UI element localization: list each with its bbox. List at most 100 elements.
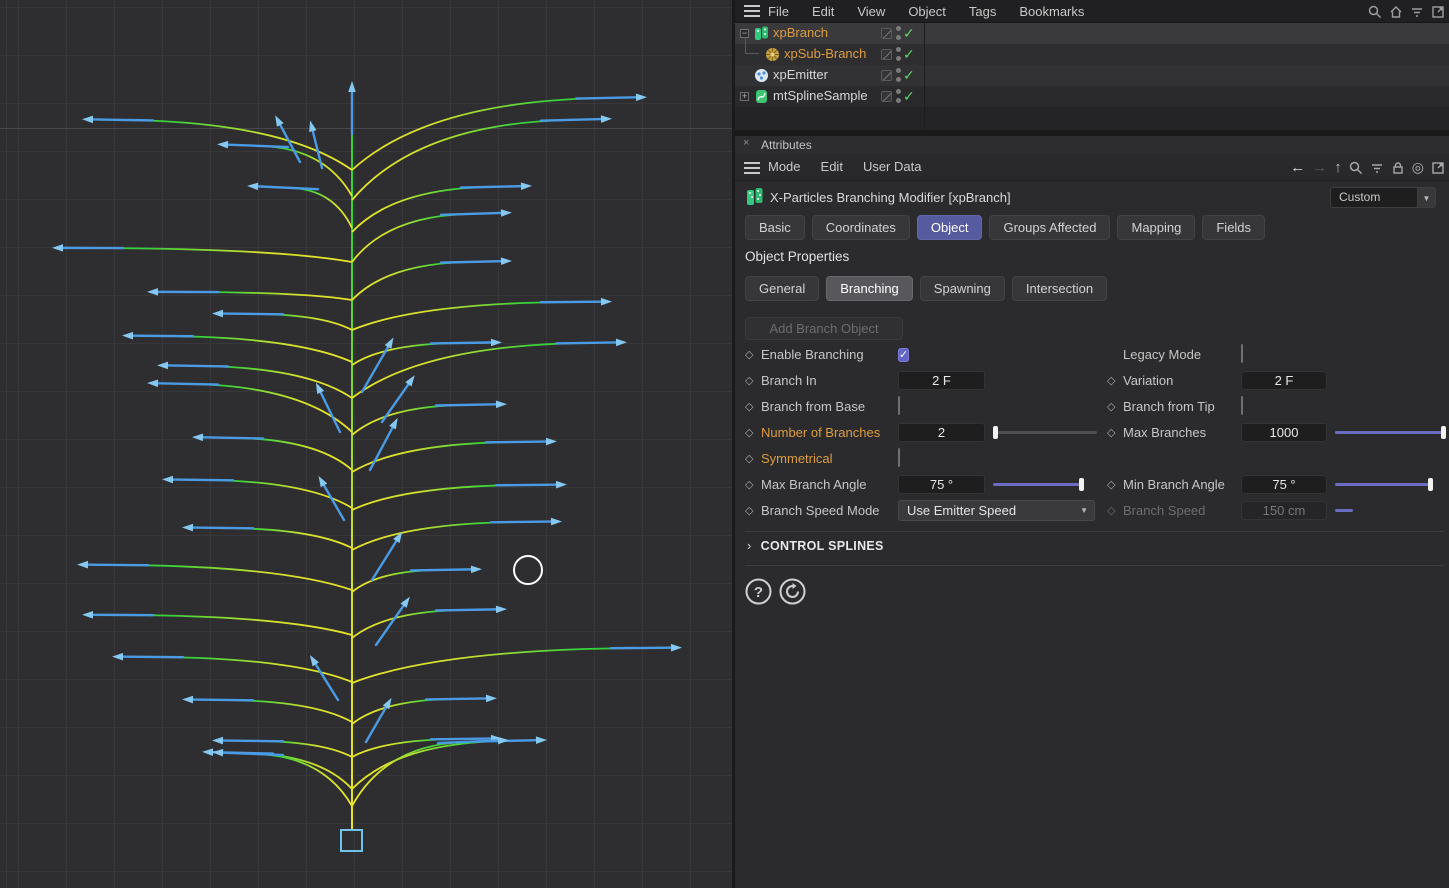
tab-groups-affected[interactable]: Groups Affected bbox=[989, 215, 1110, 240]
hamburger-icon[interactable] bbox=[744, 162, 760, 174]
back-arrow-icon[interactable]: ← bbox=[1290, 159, 1305, 176]
hamburger-icon[interactable] bbox=[744, 5, 760, 17]
popout-icon[interactable] bbox=[1431, 161, 1445, 175]
search-icon[interactable] bbox=[1349, 161, 1363, 175]
branch-speed-mode-dropdown[interactable]: Use Emitter Speed▼ bbox=[898, 500, 1095, 521]
keyframe-diamond-icon[interactable]: ◇ bbox=[1107, 400, 1123, 413]
tab-spawning[interactable]: Spawning bbox=[920, 276, 1005, 301]
om-menu-item-view[interactable]: View bbox=[857, 4, 885, 19]
keyframe-diamond-icon[interactable]: ◇ bbox=[745, 374, 761, 387]
om-menu-item-tags[interactable]: Tags bbox=[969, 4, 996, 19]
layer-icon[interactable] bbox=[881, 28, 892, 39]
lock-icon[interactable] bbox=[1391, 161, 1405, 175]
symmetrical-checkbox[interactable] bbox=[898, 448, 900, 467]
min-branch-angle-slider[interactable] bbox=[1333, 473, 1448, 495]
number-of-branches-field[interactable]: 2 bbox=[898, 423, 985, 442]
preset-dropdown[interactable]: Custom bbox=[1330, 187, 1418, 208]
om-row-xpsub-branch[interactable]: xpSub-Branch ✓ bbox=[735, 44, 1449, 65]
tab-coordinates[interactable]: Coordinates bbox=[812, 215, 910, 240]
filter-icon[interactable] bbox=[1370, 161, 1384, 175]
branch-from-tip-checkbox[interactable] bbox=[1241, 396, 1243, 415]
emitter-gizmo[interactable] bbox=[341, 830, 362, 851]
variation-field[interactable]: 2 F bbox=[1241, 371, 1327, 390]
tab-branching[interactable]: Branching bbox=[826, 276, 913, 301]
enable-branching-checkbox[interactable]: ✓ bbox=[898, 348, 909, 362]
keyframe-diamond-icon[interactable]: ◇ bbox=[745, 426, 761, 439]
min-branch-angle-field[interactable]: 75 ° bbox=[1241, 475, 1327, 494]
om-menu-item-file[interactable]: File bbox=[768, 4, 789, 19]
enabled-check-icon[interactable]: ✓ bbox=[903, 25, 915, 42]
object-name[interactable]: xpSub-Branch bbox=[784, 46, 866, 61]
max-branches-field[interactable]: 1000 bbox=[1241, 423, 1327, 442]
layer-icon[interactable] bbox=[881, 49, 892, 60]
object-name[interactable]: xpBranch bbox=[773, 25, 828, 40]
close-icon[interactable]: × bbox=[743, 137, 749, 149]
max-branch-angle-field[interactable]: 75 ° bbox=[898, 475, 985, 494]
xp-subbranch-icon bbox=[765, 47, 780, 62]
branch-in-field[interactable]: 2 F bbox=[898, 371, 985, 390]
sub-particle-arrow-line bbox=[316, 664, 338, 700]
keyframe-diamond-icon[interactable]: ◇ bbox=[745, 400, 761, 413]
om-row-xpbranch[interactable]: − xpBranch ✓ bbox=[735, 23, 1449, 44]
branch-from-base-checkbox[interactable] bbox=[898, 396, 900, 415]
keyframe-diamond-icon[interactable]: ◇ bbox=[1107, 374, 1123, 387]
keyframe-diamond-icon[interactable]: ◇ bbox=[745, 452, 761, 465]
layer-icon[interactable] bbox=[881, 70, 892, 81]
tab-mapping[interactable]: Mapping bbox=[1117, 215, 1195, 240]
preset-dropdown-arrow[interactable]: ▼ bbox=[1418, 187, 1436, 208]
up-arrow-icon[interactable]: ↑ bbox=[1334, 159, 1342, 176]
expand-icon[interactable]: + bbox=[740, 92, 749, 101]
number-of-branches-slider[interactable] bbox=[991, 421, 1099, 443]
collapse-icon[interactable]: − bbox=[740, 29, 749, 38]
enabled-check-icon[interactable]: ✓ bbox=[903, 46, 915, 63]
om-row-xpemitter[interactable]: xpEmitter ✓ bbox=[735, 65, 1449, 86]
particle-arrow-line bbox=[411, 569, 471, 570]
visibility-dots[interactable] bbox=[896, 47, 901, 62]
particle-arrow-head bbox=[471, 566, 482, 574]
visibility-dots[interactable] bbox=[896, 89, 901, 104]
target-icon[interactable]: ◎ bbox=[1412, 159, 1424, 176]
help-button[interactable]: ? bbox=[745, 578, 772, 605]
attr-menu-item-user-data[interactable]: User Data bbox=[863, 159, 922, 174]
particle-arrow-head bbox=[247, 183, 258, 191]
home-icon[interactable] bbox=[1389, 5, 1403, 19]
max-branch-angle-slider[interactable] bbox=[991, 473, 1099, 495]
om-menu-item-edit[interactable]: Edit bbox=[812, 4, 834, 19]
forward-arrow-icon[interactable]: → bbox=[1312, 159, 1327, 176]
tab-basic[interactable]: Basic bbox=[745, 215, 805, 240]
layer-icon[interactable] bbox=[881, 91, 892, 102]
legacy-mode-checkbox[interactable] bbox=[1241, 344, 1243, 363]
om-menu-item-bookmarks[interactable]: Bookmarks bbox=[1019, 4, 1084, 19]
object-name[interactable]: mtSplineSample bbox=[773, 88, 868, 103]
visibility-dots[interactable] bbox=[896, 26, 901, 41]
enabled-check-icon[interactable]: ✓ bbox=[903, 67, 915, 84]
visibility-dots[interactable] bbox=[896, 68, 901, 83]
reset-button[interactable] bbox=[779, 578, 806, 605]
max-branches-slider[interactable] bbox=[1333, 421, 1448, 443]
particle-arrow-head bbox=[147, 288, 158, 296]
tab-object[interactable]: Object bbox=[917, 215, 983, 240]
attr-menu-item-edit[interactable]: Edit bbox=[821, 159, 843, 174]
keyframe-diamond-icon[interactable]: ◇ bbox=[1107, 478, 1123, 491]
tab-general[interactable]: General bbox=[745, 276, 819, 301]
control-splines-section-header[interactable]: ›CONTROL SPLINES bbox=[747, 538, 884, 553]
attr-menu-item-mode[interactable]: Mode bbox=[768, 159, 801, 174]
add-branch-object-button[interactable]: Add Branch Object bbox=[745, 317, 903, 340]
tab-intersection[interactable]: Intersection bbox=[1012, 276, 1107, 301]
tab-fields[interactable]: Fields bbox=[1202, 215, 1265, 240]
om-menu-item-object[interactable]: Object bbox=[908, 4, 946, 19]
keyframe-diamond-icon[interactable]: ◇ bbox=[745, 478, 761, 491]
enabled-check-icon[interactable]: ✓ bbox=[903, 88, 915, 105]
3d-viewport[interactable] bbox=[0, 0, 732, 888]
particle-arrow-line bbox=[436, 404, 496, 405]
popout-icon[interactable] bbox=[1431, 5, 1445, 19]
keyframe-diamond-icon[interactable]: ◇ bbox=[745, 348, 761, 361]
search-icon[interactable] bbox=[1368, 5, 1382, 19]
object-name[interactable]: xpEmitter bbox=[773, 67, 828, 82]
particle-arrow-line bbox=[123, 657, 183, 658]
keyframe-diamond-icon[interactable]: ◇ bbox=[745, 504, 761, 517]
filter-icon[interactable] bbox=[1410, 5, 1424, 19]
om-row-mtsplinesample[interactable]: + mtSplineSample ✓ bbox=[735, 86, 1449, 107]
control-splines-label: CONTROL SPLINES bbox=[761, 539, 884, 553]
keyframe-diamond-icon[interactable]: ◇ bbox=[1107, 426, 1123, 439]
